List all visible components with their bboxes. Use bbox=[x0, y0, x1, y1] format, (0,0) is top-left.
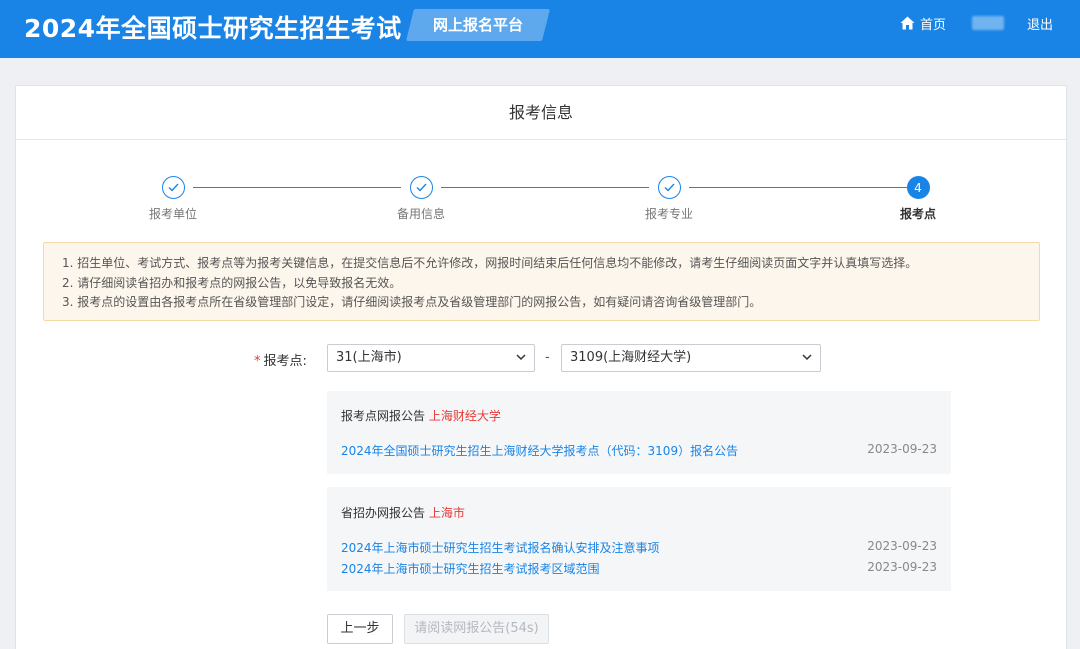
read-announcement-button[interactable]: 请阅读网报公告(54s) bbox=[404, 614, 549, 644]
exam-site-label: * 报考点: bbox=[254, 350, 307, 369]
announcement-date: 2023-09-23 bbox=[867, 560, 937, 574]
card-title: 报考信息 bbox=[16, 86, 1066, 140]
notice-box: 1. 招生单位、考试方式、报考点等为报考关键信息，在提交信息后不允许修改，网报时… bbox=[43, 242, 1040, 321]
step-label: 报考单位 bbox=[148, 207, 197, 221]
home-link-label: 首页 bbox=[920, 17, 947, 33]
announcement-date: 2023-09-23 bbox=[867, 442, 937, 456]
step-label: 报考点 bbox=[899, 207, 936, 221]
check-icon bbox=[409, 176, 433, 199]
step-progress: 报考单位 备用信息 报考专业 4 报考点 bbox=[16, 176, 1066, 226]
announcement-link[interactable]: 2024年上海市硕士研究生招生考试报名确认安排及注意事项 bbox=[341, 539, 660, 556]
notice-line: 2. 请仔细阅读省招办和报考点的网报公告，以免导致报名无效。 bbox=[62, 275, 402, 290]
notice-line: 1. 招生单位、考试方式、报考点等为报考关键信息，在提交信息后不允许修改，网报时… bbox=[62, 256, 918, 270]
home-link[interactable]: 首页 bbox=[900, 13, 946, 33]
registration-card: 报考信息 报考单位 备用信息 报考专业 4 报考点 1. 招生单位、考试方式、报… bbox=[15, 85, 1067, 649]
announcement-link[interactable]: 2024年全国硕士研究生招生上海财经大学报考点（代码：3109）报名公告 bbox=[341, 442, 738, 459]
province-select[interactable]: 31(上海市) bbox=[327, 344, 535, 372]
chevron-down-icon bbox=[516, 354, 526, 361]
step-label: 备用信息 bbox=[396, 207, 445, 221]
exam-site-label-text: 报考点: bbox=[263, 354, 307, 369]
exam-site-select[interactable]: 3109(上海财经大学) bbox=[561, 344, 821, 372]
site-announcement-box: 报考点网报公告 上海财经大学 2024年全国硕士研究生招生上海财经大学报考点（代… bbox=[327, 391, 951, 474]
site-announcement-title: 报考点网报公告 bbox=[341, 409, 426, 423]
province-announcement-box: 省招办网报公告 上海市 2024年上海市硕士研究生招生考试报名确认安排及注意事项… bbox=[327, 487, 951, 591]
previous-step-button[interactable]: 上一步 bbox=[327, 614, 393, 644]
step-1: 报考单位 bbox=[133, 176, 213, 222]
announcement-row: 2024年上海市硕士研究生招生考试报考区域范围 2023-09-23 bbox=[341, 560, 937, 577]
check-icon bbox=[657, 176, 681, 199]
announcement-date: 2023-09-23 bbox=[867, 539, 937, 553]
site-announcement-org: 上海财经大学 bbox=[428, 409, 501, 423]
user-name-blurred bbox=[972, 16, 1004, 30]
platform-tag: 网上报名平台 bbox=[406, 9, 550, 41]
step-connector bbox=[193, 187, 401, 188]
home-icon bbox=[900, 16, 915, 30]
step-3: 报考专业 bbox=[629, 176, 709, 222]
chevron-down-icon bbox=[802, 354, 812, 361]
province-announcement-title: 省招办网报公告 bbox=[341, 506, 426, 520]
exam-site-select-value: 3109(上海财经大学) bbox=[570, 350, 692, 365]
province-announcement-org: 上海市 bbox=[428, 506, 465, 520]
announcement-row: 2024年上海市硕士研究生招生考试报名确认安排及注意事项 2023-09-23 bbox=[341, 539, 937, 556]
announcement-link[interactable]: 2024年上海市硕士研究生招生考试报考区域范围 bbox=[341, 560, 600, 577]
required-mark: * bbox=[254, 354, 261, 369]
site-title: 2024年全国硕士研究生招生考试 bbox=[24, 14, 402, 43]
step-connector bbox=[441, 187, 649, 188]
step-number: 4 bbox=[906, 176, 930, 199]
step-connector bbox=[689, 187, 907, 188]
top-bar: 2024年全国硕士研究生招生考试 网上报名平台 首页 退出 bbox=[0, 0, 1080, 58]
announcement-row: 2024年全国硕士研究生招生上海财经大学报考点（代码：3109）报名公告 202… bbox=[341, 442, 937, 459]
step-label: 报考专业 bbox=[644, 207, 693, 221]
select-separator: - bbox=[545, 350, 550, 365]
site-announcement-heading: 报考点网报公告 上海财经大学 bbox=[341, 407, 501, 424]
province-select-value: 31(上海市) bbox=[336, 350, 402, 365]
platform-tag-label: 网上报名平台 bbox=[432, 16, 523, 34]
logout-link[interactable]: 退出 bbox=[1027, 14, 1053, 33]
notice-line: 3. 报考点的设置由各报考点所在省级管理部门设定，请仔细阅读报考点及省级管理部门… bbox=[62, 295, 762, 309]
step-4: 4 报考点 bbox=[878, 176, 958, 222]
check-icon bbox=[161, 176, 185, 199]
province-announcement-heading: 省招办网报公告 上海市 bbox=[341, 504, 465, 521]
step-2: 备用信息 bbox=[381, 176, 461, 222]
